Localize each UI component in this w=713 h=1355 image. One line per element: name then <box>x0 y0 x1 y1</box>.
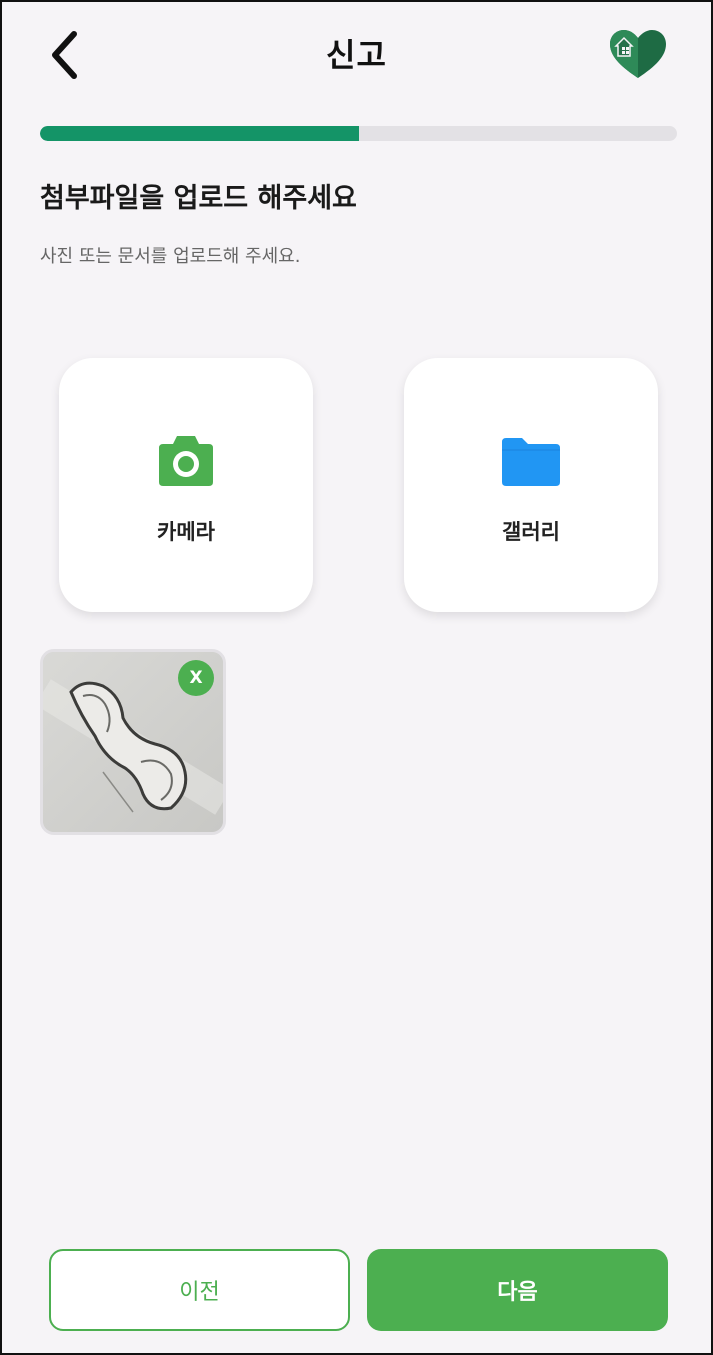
gallery-option-button[interactable]: 갤러리 <box>404 358 658 612</box>
camera-label: 카메라 <box>157 520 215 544</box>
section-subtext: 사진 또는 문서를 업로드해 주세요. <box>40 246 301 267</box>
page-title: 신고 <box>326 36 387 74</box>
next-button[interactable]: 다음 <box>367 1249 668 1331</box>
app-screen: 신고 첨부파일을 업로드 해주세요 사진 또는 문서를 업로드해 주세요. 카메… <box>0 0 713 1355</box>
progress-bar <box>40 126 677 141</box>
gallery-label: 갤러리 <box>502 520 560 544</box>
remove-attachment-button[interactable]: X <box>178 660 214 696</box>
folder-icon <box>502 438 560 486</box>
camera-icon <box>159 436 213 486</box>
header: 신고 <box>2 2 711 102</box>
camera-option-button[interactable]: 카메라 <box>59 358 313 612</box>
previous-button[interactable]: 이전 <box>49 1249 350 1331</box>
close-icon: X <box>189 668 203 688</box>
progress-fill <box>40 126 359 141</box>
section-heading: 첨부파일을 업로드 해주세요 <box>40 183 357 214</box>
heart-house-logo <box>610 30 666 78</box>
